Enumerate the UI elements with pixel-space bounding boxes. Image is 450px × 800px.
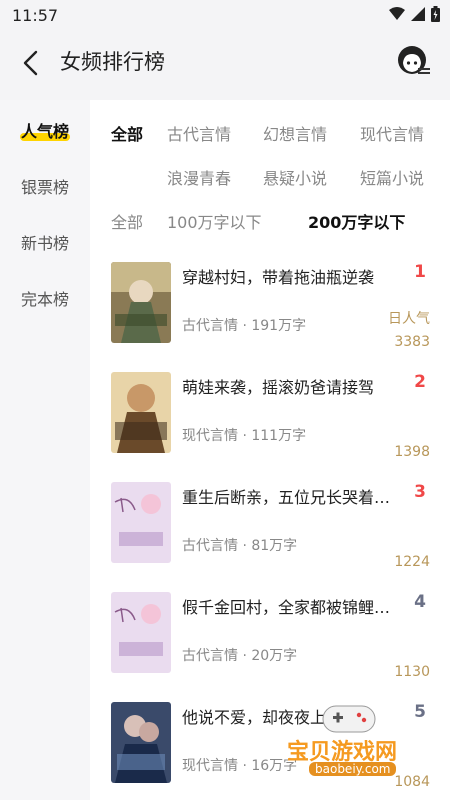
- avatar-icon: [398, 46, 430, 74]
- sidebar-item-popularity[interactable]: 人气榜: [0, 114, 90, 150]
- status-icons: [389, 6, 440, 22]
- category-filter-modern[interactable]: 现代言情: [360, 121, 424, 145]
- book-cover: [111, 262, 171, 343]
- category-filter-fantasy[interactable]: 幻想言情: [263, 121, 327, 145]
- wordcount-filter-under-1m[interactable]: 100万字以下: [167, 209, 262, 233]
- gamepad-icon: [322, 705, 376, 733]
- back-arrow-icon: [23, 50, 38, 76]
- profile-avatar-button[interactable]: [396, 44, 432, 80]
- header: 女频排行榜: [0, 32, 450, 100]
- back-button[interactable]: [18, 48, 46, 78]
- wifi-icon: [389, 7, 405, 20]
- battery-icon: [431, 6, 440, 22]
- book-list-item[interactable]: 重生后断亲，五位兄长哭着… 古代言情 · 81万字 3 1224: [90, 482, 450, 592]
- book-cover: [111, 372, 171, 453]
- status-time: 11:57: [12, 6, 59, 25]
- watermark-url: baobeiy.com: [309, 762, 397, 776]
- book-meta: 古代言情 · 81万字: [182, 538, 298, 554]
- popularity-value: 3383: [394, 334, 430, 350]
- sidebar-item-label: 银票榜: [20, 178, 69, 197]
- signal-icon: [411, 7, 425, 21]
- category-filter-all[interactable]: 全部: [111, 121, 143, 145]
- popularity-value: 1224: [394, 554, 430, 570]
- book-cover: [111, 482, 171, 563]
- book-title: 重生后断亲，五位兄长哭着…: [182, 488, 391, 507]
- rank-sidebar: 人气榜 银票榜 新书榜 完本榜: [0, 100, 90, 800]
- popularity-value: 1130: [394, 664, 430, 680]
- book-cover: [111, 702, 171, 783]
- book-meta: 现代言情 · 111万字: [182, 428, 307, 444]
- rank-number: 4: [414, 592, 426, 612]
- page-title: 女频排行榜: [60, 50, 165, 74]
- book-meta: 古代言情 · 191万字: [182, 318, 307, 334]
- category-filter-romance-youth[interactable]: 浪漫青春: [167, 165, 231, 189]
- book-title: 穿越村妇，带着拖油瓶逆袭: [182, 268, 375, 287]
- book-cover: [111, 592, 171, 673]
- sidebar-item-completed[interactable]: 完本榜: [0, 282, 90, 318]
- popularity-label: 日人气: [388, 311, 430, 327]
- wordcount-filter-under-2m[interactable]: 200万字以下: [308, 209, 405, 233]
- watermark: 宝贝游戏网 baobeiy.com: [275, 700, 445, 792]
- category-filter-suspense[interactable]: 悬疑小说: [263, 165, 327, 189]
- rank-number: 1: [414, 262, 426, 282]
- sidebar-item-label: 新书榜: [20, 234, 69, 253]
- category-filter-ancient[interactable]: 古代言情: [167, 121, 231, 145]
- sidebar-item-silver-ticket[interactable]: 银票榜: [0, 170, 90, 206]
- status-bar: 11:57: [0, 0, 450, 32]
- book-list-item[interactable]: 假千金回村，全家都被锦鲤… 古代言情 · 20万字 4 1130: [90, 592, 450, 702]
- category-filter-short[interactable]: 短篇小说: [360, 165, 424, 189]
- sidebar-item-label: 完本榜: [20, 290, 69, 309]
- rank-number: 3: [414, 482, 426, 502]
- popularity-value: 1398: [394, 444, 430, 460]
- book-title: 假千金回村，全家都被锦鲤…: [182, 598, 391, 617]
- book-title: 萌娃来袭，摇滚奶爸请接驾: [182, 378, 375, 397]
- sidebar-item-new-books[interactable]: 新书榜: [0, 226, 90, 262]
- rank-number: 2: [414, 372, 426, 392]
- book-list-item[interactable]: 穿越村妇，带着拖油瓶逆袭 古代言情 · 191万字 1 日人气 3383: [90, 262, 450, 372]
- main-content: 全部 古代言情 幻想言情 现代言情 浪漫青春 悬疑小说 短篇小说 全部 100万…: [90, 100, 450, 800]
- book-list-item[interactable]: 萌娃来袭，摇滚奶爸请接驾 现代言情 · 111万字 2 1398: [90, 372, 450, 482]
- sidebar-item-label: 人气榜: [20, 122, 69, 141]
- book-meta: 古代言情 · 20万字: [182, 648, 298, 664]
- wordcount-filter-all[interactable]: 全部: [111, 209, 143, 233]
